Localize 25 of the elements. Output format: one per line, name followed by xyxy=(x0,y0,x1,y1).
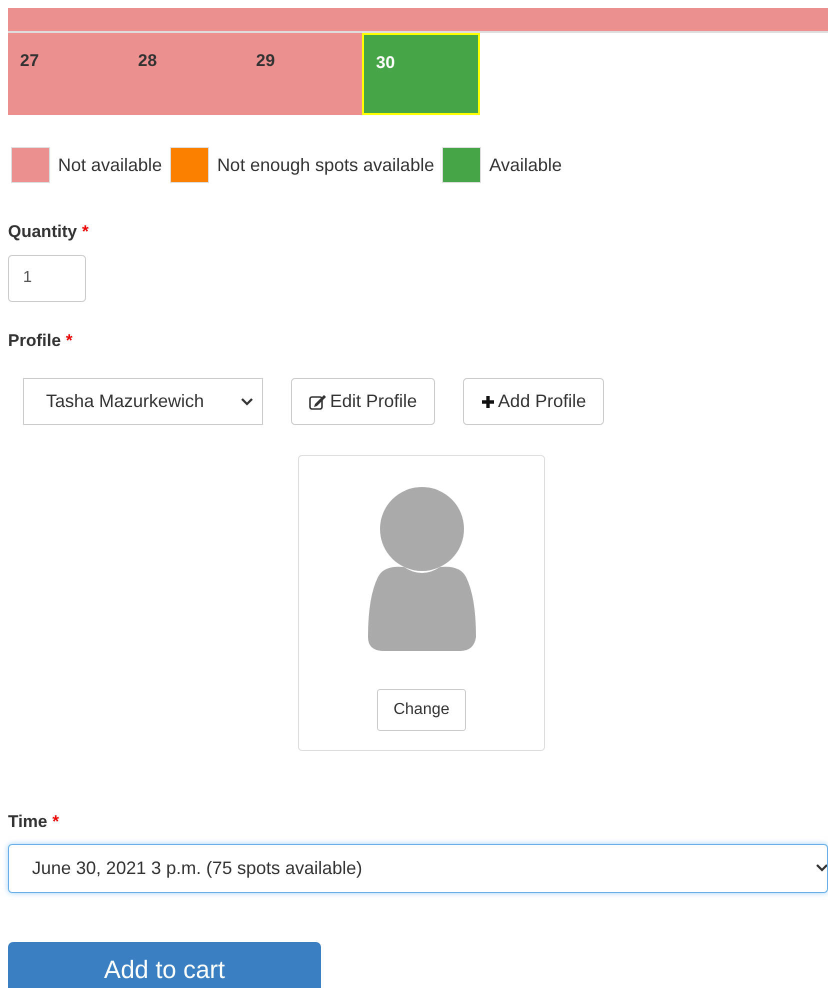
legend-label: Not available xyxy=(58,154,162,176)
required-mark: * xyxy=(52,811,59,833)
chevron-down-icon xyxy=(240,396,254,406)
chevron-down-icon xyxy=(815,863,827,873)
field-label: Quantity xyxy=(8,221,77,243)
field-label: Time xyxy=(8,811,48,833)
add-to-cart-button[interactable]: Add to cart xyxy=(8,942,321,988)
select-value: Tasha Mazurkewich xyxy=(46,390,204,413)
change-button[interactable]: Change xyxy=(377,689,466,731)
edit-icon xyxy=(309,394,327,410)
calendar-day[interactable]: 27 xyxy=(8,33,126,115)
calendar-day[interactable]: 29 xyxy=(244,33,362,115)
required-mark: * xyxy=(82,221,89,243)
plus-icon xyxy=(481,394,496,408)
legend-label: Not enough spots available xyxy=(217,154,434,177)
select-value: June 30, 2021 3 p.m. (75 spots available) xyxy=(32,856,362,880)
edit-profile-button[interactable]: Edit Profile xyxy=(291,378,436,425)
calendar-day[interactable]: 28 xyxy=(126,33,244,115)
field-label: Profile xyxy=(8,330,61,352)
legend-label: Available xyxy=(489,154,562,176)
time-select[interactable]: June 30, 2021 3 p.m. (75 spots available) xyxy=(8,844,828,892)
quantity-field[interactable]: 1 xyxy=(8,254,86,302)
required-mark: * xyxy=(66,330,73,352)
profile-select[interactable]: Tasha Mazurkewich xyxy=(23,378,263,425)
add-profile-button[interactable]: Add Profile xyxy=(463,378,604,425)
